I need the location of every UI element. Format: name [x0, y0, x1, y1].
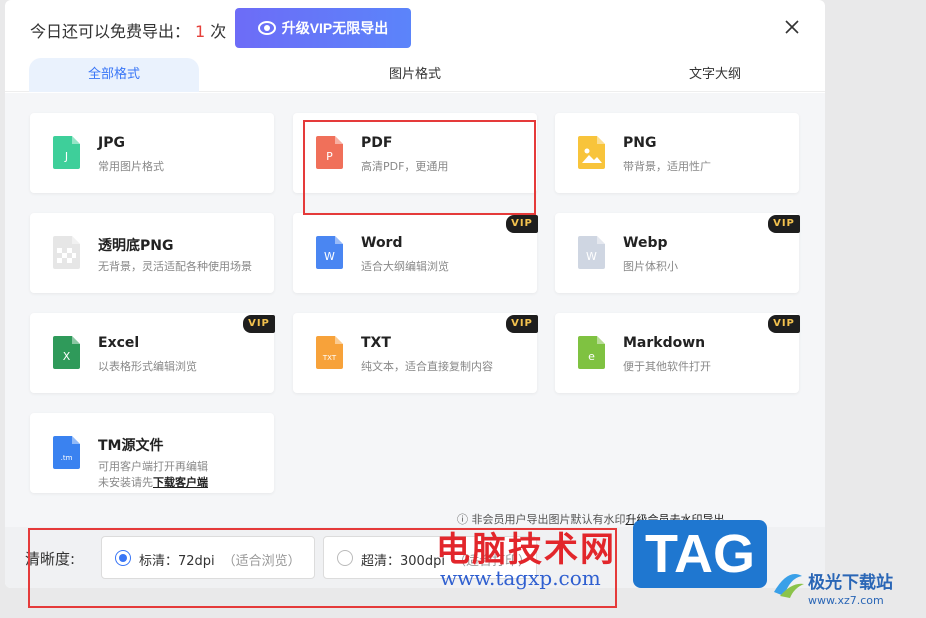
- watermark-text: 电脑技术网: [436, 530, 616, 570]
- svg-text:J: J: [64, 150, 68, 163]
- format-name: JPG: [98, 135, 125, 151]
- vip-badge: VIP: [506, 215, 538, 233]
- format-desc: 便于其他软件打开: [623, 360, 711, 373]
- format-card-tm源文件[interactable]: .tm TM源文件可用客户端打开再编辑 未安装请先下载客户端: [30, 413, 274, 493]
- svg-text:W: W: [586, 250, 597, 263]
- watermark-site-name: 极光下载站: [808, 573, 893, 593]
- watermark-site-url: www.xz7.com: [808, 594, 884, 607]
- svg-text:W: W: [324, 250, 335, 263]
- vip-badge: VIP: [506, 315, 538, 333]
- quota-prefix: 今日还可以免费导出：: [30, 22, 191, 41]
- format-desc: 适合大纲编辑浏览: [361, 260, 449, 273]
- format-grid: J JPG 常用图片格式 P PDF 高清PDF，更通用 PNG 带背景，适用性广透明底PNG…: [5, 93, 825, 527]
- eye-icon: [257, 21, 276, 35]
- watermark-url: www.tagxp.com: [440, 566, 601, 590]
- clarity-option-standard[interactable]: 标清：72dpi （适合浏览）: [101, 536, 315, 579]
- vip-badge: VIP: [243, 315, 275, 333]
- tm-file-icon: .tm: [53, 436, 80, 469]
- format-desc: 图片体积小: [623, 260, 678, 273]
- format-name: Excel: [98, 335, 140, 351]
- pdf-file-icon: P: [316, 136, 343, 169]
- upgrade-vip-label: 升级VIP无限导出: [281, 20, 389, 36]
- format-card-png[interactable]: PNG 带背景，适用性广: [555, 113, 799, 193]
- format-name: Word: [361, 235, 403, 251]
- format-desc: 高清PDF，更通用: [361, 160, 449, 173]
- format-card-webp[interactable]: W Webp 图片体积小 VIP: [555, 213, 800, 293]
- format-card-markdown[interactable]: e Markdown 便于其他软件打开 VIP: [555, 313, 800, 393]
- clarity-label: 清晰度:: [25, 550, 76, 568]
- format-tabs: 全部格式 图片格式 文字大纲: [5, 58, 825, 92]
- word-file-icon: W: [316, 236, 343, 269]
- format-card-word[interactable]: W Word 适合大纲编辑浏览 VIP: [293, 213, 538, 293]
- format-desc: 无背景，灵活适配各种使用场景: [98, 260, 252, 273]
- vip-badge: VIP: [768, 315, 800, 333]
- radio-selected-icon[interactable]: [115, 550, 131, 566]
- format-desc: 带背景，适用性广: [623, 160, 711, 173]
- watermark-tag-logo: TAG: [633, 520, 767, 588]
- format-desc: 常用图片格式: [98, 160, 164, 173]
- format-card-txt[interactable]: TXT TXT 纯文本，适合直接复制内容 VIP: [293, 313, 538, 393]
- quota-count: 1: [195, 22, 206, 41]
- vip-badge: VIP: [768, 215, 800, 233]
- format-name: TXT: [361, 335, 391, 351]
- format-card-excel[interactable]: X Excel 以表格形式编辑浏览 VIP: [30, 313, 275, 393]
- format-card-pdf[interactable]: P PDF 高清PDF，更通用: [293, 113, 537, 193]
- upgrade-vip-button[interactable]: 升级VIP无限导出: [235, 8, 411, 48]
- format-desc: 纯文本，适合直接复制内容: [361, 360, 493, 373]
- clarity-option-label: 标清：72dpi: [139, 554, 215, 569]
- close-icon[interactable]: [783, 18, 801, 36]
- format-desc-secondary-text: 未安装请先: [98, 476, 153, 489]
- dialog-header: 今日还可以免费导出： 1 次 升级VIP无限导出: [5, 0, 825, 56]
- format-name: PDF: [361, 135, 393, 151]
- svg-text:X: X: [63, 350, 71, 363]
- format-desc-secondary: 未安装请先下载客户端: [98, 474, 208, 490]
- tab-all-formats[interactable]: 全部格式: [29, 58, 199, 92]
- quota-suffix: 次: [210, 22, 227, 41]
- svg-text:.tm: .tm: [61, 454, 73, 462]
- aurora-logo-icon: [774, 574, 804, 598]
- format-name: PNG: [623, 135, 657, 151]
- clarity-option-label: 超清：300dpi: [361, 554, 445, 569]
- excel-file-icon: X: [53, 336, 80, 369]
- tab-text-outline[interactable]: 文字大纲: [635, 58, 795, 92]
- format-desc: 可用客户端打开再编辑: [98, 460, 208, 473]
- format-name: TM源文件: [98, 438, 164, 454]
- markdown-file-icon: e: [578, 336, 605, 369]
- export-dialog: 今日还可以免费导出： 1 次 升级VIP无限导出 全部格式 图片格式 文字大纲 JJ…: [5, 0, 825, 588]
- tab-image-formats[interactable]: 图片格式: [335, 58, 495, 92]
- jpg-file-icon: J: [53, 136, 80, 169]
- clarity-option-hint: （适合浏览）: [222, 554, 301, 569]
- webp-file-icon: W: [578, 236, 605, 269]
- format-card-透明底png[interactable]: 透明底PNG 无背景，灵活适配各种使用场景: [30, 213, 274, 293]
- format-name: Markdown: [623, 335, 706, 351]
- transparent-png-file-icon: [53, 236, 80, 269]
- svg-text:e: e: [588, 350, 595, 363]
- format-name: 透明底PNG: [98, 238, 174, 254]
- txt-file-icon: TXT: [316, 336, 343, 369]
- svg-text:TXT: TXT: [322, 354, 337, 362]
- format-desc: 以表格形式编辑浏览: [98, 360, 197, 373]
- format-card-jpg[interactable]: J JPG 常用图片格式: [30, 113, 274, 193]
- svg-text:P: P: [326, 150, 333, 163]
- download-client-link[interactable]: 下载客户端: [153, 476, 208, 489]
- format-name: Webp: [623, 235, 668, 251]
- radio-unselected-icon[interactable]: [337, 550, 353, 566]
- png-file-icon: [578, 136, 605, 169]
- free-export-quota: 今日还可以免费导出： 1 次: [30, 18, 226, 42]
